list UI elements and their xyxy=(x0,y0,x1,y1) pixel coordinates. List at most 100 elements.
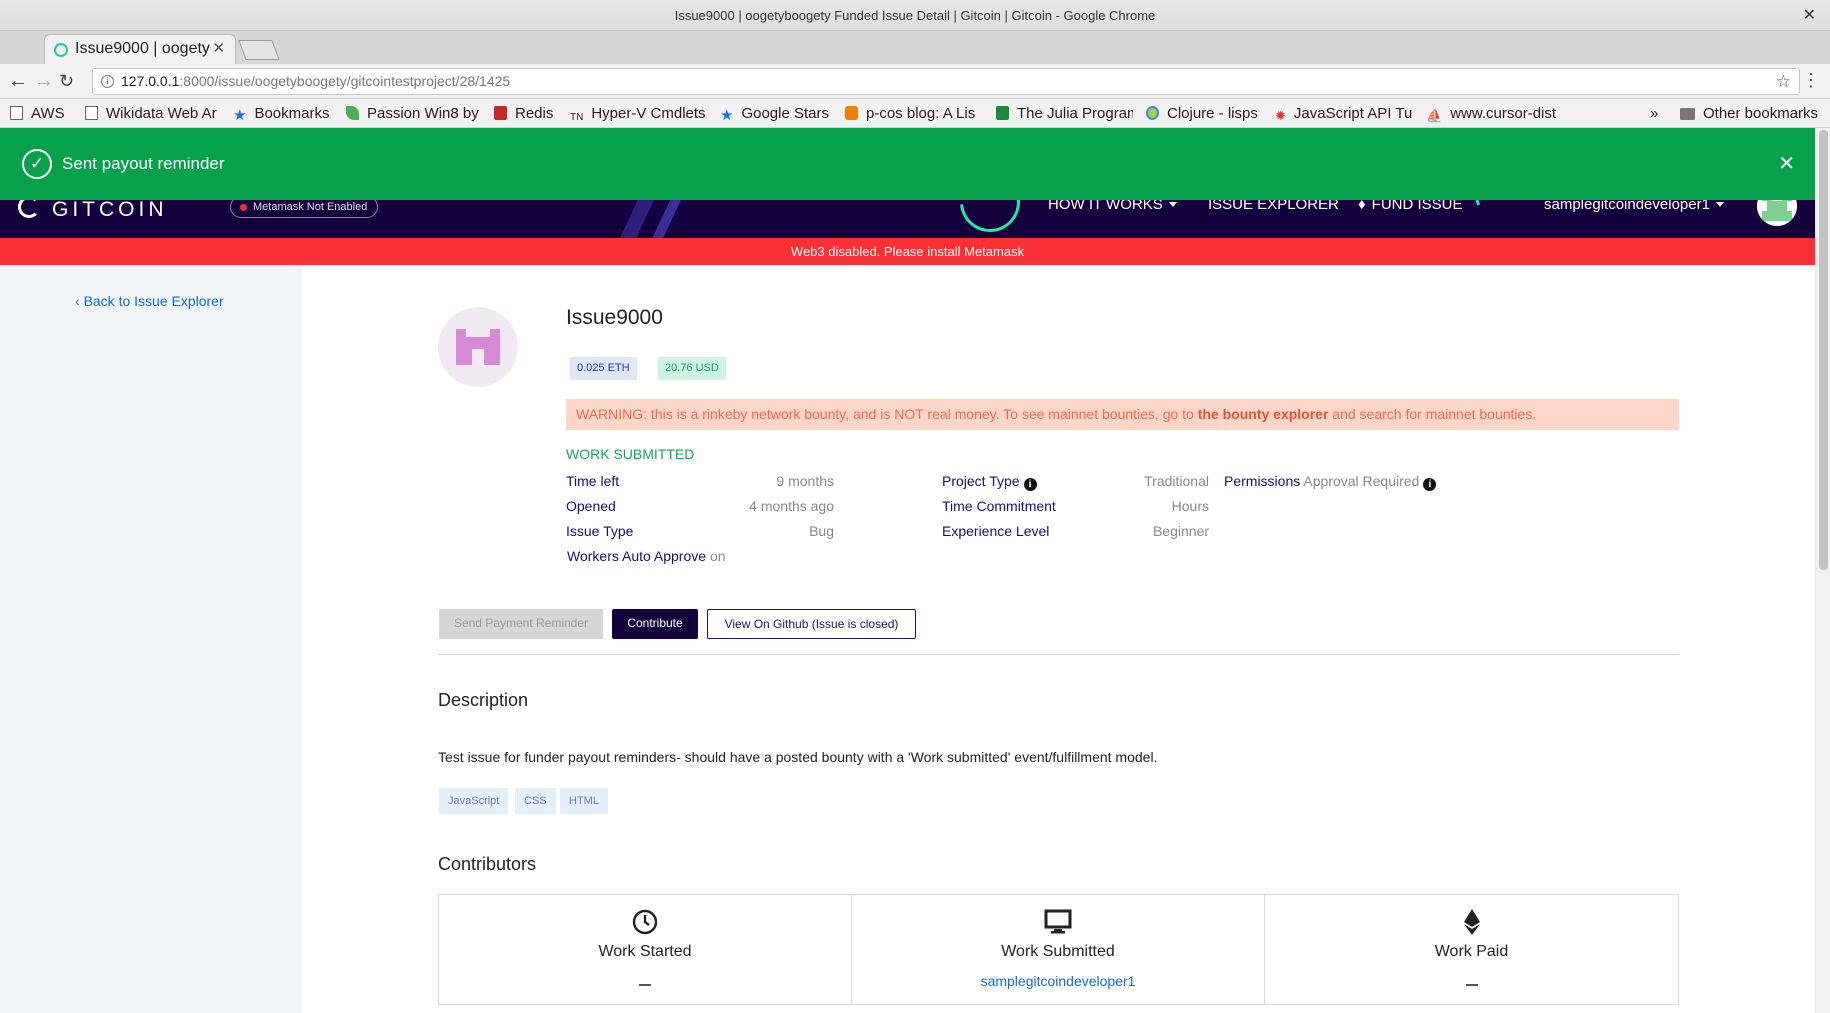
bookmark-item[interactable]: Wikidata Web Ar xyxy=(85,104,218,124)
issue-title: Issue9000 xyxy=(566,306,663,329)
window-title: Issue9000 | oogetyboogety Funded Issue D… xyxy=(674,8,1156,23)
address-bar[interactable]: i 127.0.0.1:8000/issue/oogetyboogety/git… xyxy=(92,68,1800,95)
folder-icon xyxy=(1680,108,1695,120)
alert-message: Sent payout reminder xyxy=(62,154,225,173)
sail-icon: ⛵ xyxy=(1426,108,1443,123)
scrollbar-thumb[interactable] xyxy=(1819,130,1828,570)
new-tab-button[interactable] xyxy=(238,40,280,60)
experience-level-value: Beginner xyxy=(1152,523,1209,539)
work-started-label: Work Started xyxy=(598,943,692,960)
auto-approve-row: Workers Auto Approve on xyxy=(567,548,726,564)
project-type-label: Project Type i xyxy=(942,473,1037,491)
work-paid-label: Work Paid xyxy=(1434,943,1509,960)
description-heading: Description xyxy=(438,690,529,710)
description-text: Test issue for funder payout reminders- … xyxy=(438,749,1158,765)
monitor-icon xyxy=(1044,909,1072,940)
tag-chip[interactable]: JavaScript xyxy=(439,788,509,814)
empty-dash xyxy=(1465,984,1478,986)
back-to-explorer-link[interactable]: ‹ Back to Issue Explorer xyxy=(75,293,224,309)
time-left-label: Time left xyxy=(566,473,620,489)
clock-icon xyxy=(632,909,658,940)
bookmark-item[interactable]: ★ Google Stars xyxy=(720,104,835,124)
tag-chip[interactable]: HTML xyxy=(560,788,608,814)
reload-icon[interactable]: ↻ xyxy=(59,70,74,92)
web3-disabled-banner: Web3 disabled. Please install Metamask xyxy=(0,238,1815,265)
work-submitted-cell: Work Submitted samplegitcoindeveloper1 xyxy=(852,895,1265,1004)
bookmark-item[interactable]: p-cos blog: A Lis xyxy=(845,104,982,124)
decorative-stripe xyxy=(610,200,690,238)
nav-fund-issue[interactable]: ♦ FUND ISSUE xyxy=(1358,200,1463,213)
tag-chip[interactable]: CSS xyxy=(515,788,556,814)
decorative-swoosh xyxy=(947,200,1033,238)
contribute-button[interactable]: Contribute xyxy=(612,609,698,639)
gitcoin-favicon-icon xyxy=(54,43,68,57)
ethereum-icon: ♦ xyxy=(1358,200,1366,213)
bookmark-item[interactable]: ⛵ www.cursor-dist xyxy=(1426,104,1562,124)
back-arrow-icon[interactable]: ← xyxy=(8,70,28,92)
divider xyxy=(438,654,1679,655)
bookmark-item[interactable]: ✹ JavaScript API Tu xyxy=(1275,104,1412,124)
work-started-cell: Work Started xyxy=(439,895,852,1004)
bounty-explorer-link[interactable]: the bounty explorer xyxy=(1198,406,1329,422)
browser-menu-icon[interactable]: ⋮ xyxy=(1802,70,1820,91)
metamask-status-badge: Metamask Not Enabled xyxy=(230,200,379,218)
bookmark-item[interactable]: Passion Win8 by xyxy=(346,104,481,124)
bookmark-item[interactable]: The Julia Program xyxy=(996,104,1133,124)
page-scrollbar[interactable] xyxy=(1815,128,1830,1013)
redis-icon xyxy=(494,106,507,120)
opened-value: 4 months ago xyxy=(749,498,834,514)
auto-approve-value: on xyxy=(709,548,726,564)
leaf-icon xyxy=(346,106,359,120)
issue-avatar xyxy=(438,307,518,387)
alert-close-icon[interactable]: ✕ xyxy=(1778,151,1795,176)
bookmark-item[interactable]: Redis xyxy=(494,104,564,124)
ethereum-icon xyxy=(1463,909,1480,940)
blogger-icon xyxy=(845,106,858,120)
gitcoin-logo-icon xyxy=(18,200,40,218)
submitted-user-link[interactable]: samplegitcoindeveloper1 xyxy=(852,973,1264,989)
tab-close-icon[interactable]: ✕ xyxy=(212,35,225,63)
info-icon[interactable]: i xyxy=(1423,478,1437,491)
window-titlebar: Issue9000 | oogetyboogety Funded Issue D… xyxy=(0,0,1830,31)
gitcoin-logo[interactable]: GITCOIN xyxy=(18,200,168,222)
window-close-icon[interactable]: ✕ xyxy=(1803,0,1816,31)
eth-amount-badge: 0.025 ETH xyxy=(570,357,637,380)
caret-down-icon xyxy=(1715,202,1724,207)
info-icon[interactable]: i xyxy=(1023,478,1037,491)
rinkeby-warning: WARNING: this is a rinkeby network bount… xyxy=(566,399,1679,430)
bookmarks-bar: AWS Wikidata Web Ar ★ Bookmarks Passion W… xyxy=(0,99,1830,128)
contributors-heading: Contributors xyxy=(438,854,537,874)
site-info-icon[interactable]: i xyxy=(101,75,114,88)
user-avatar[interactable] xyxy=(1757,200,1797,226)
issue-type-label: Issue Type xyxy=(566,523,634,539)
decorative-swoosh xyxy=(1467,200,1533,228)
gear-icon: ✹ xyxy=(1275,108,1286,123)
bookmark-item[interactable]: TN Hyper-V Cmdlets xyxy=(570,104,707,124)
time-left-value: 9 months xyxy=(776,473,834,489)
caret-down-icon xyxy=(1168,202,1177,207)
success-alert: ✓ Sent payout reminder ✕ xyxy=(0,128,1815,200)
bookmark-item[interactable]: ★ Bookmarks xyxy=(233,104,348,124)
tab-strip: Issue9000 | oogety ✕ xyxy=(0,31,1830,85)
bookmarks-overflow-button[interactable]: » xyxy=(1650,104,1658,124)
time-commitment-label: Time Commitment xyxy=(942,498,1056,514)
user-menu[interactable]: samplegitcoindeveloper1 xyxy=(1544,200,1724,213)
contributors-grid: Work Started Work Submitted samplegitcoi… xyxy=(438,894,1679,1005)
forward-arrow-icon[interactable]: → xyxy=(34,70,54,92)
tab-active[interactable]: Issue9000 | oogety ✕ xyxy=(44,34,236,64)
check-circle-icon: ✓ xyxy=(22,149,52,179)
bookmark-star-icon[interactable]: ☆ xyxy=(1776,69,1791,94)
work-submitted-label: Work Submitted xyxy=(1001,943,1115,960)
permissions-row: Permissions Approval Required i xyxy=(1224,473,1437,491)
issue-status: WORK SUBMITTED xyxy=(566,446,695,462)
issue-type-value: Bug xyxy=(809,523,834,539)
view-on-github-button[interactable]: View On Github (Issue is closed) xyxy=(707,609,916,639)
page-icon xyxy=(85,106,98,120)
send-payment-reminder-button[interactable]: Send Payment Reminder xyxy=(439,609,603,639)
other-bookmarks-folder[interactable]: Other bookmarks xyxy=(1680,104,1818,124)
work-paid-cell: Work Paid xyxy=(1265,895,1678,1004)
nav-issue-explorer[interactable]: ISSUE EXPLORER xyxy=(1208,200,1339,213)
nav-how-it-works[interactable]: HOW IT WORKS xyxy=(1048,200,1177,213)
experience-level-label: Experience Level xyxy=(942,523,1050,539)
bookmark-item[interactable]: Clojure - lisps xyxy=(1146,104,1266,124)
